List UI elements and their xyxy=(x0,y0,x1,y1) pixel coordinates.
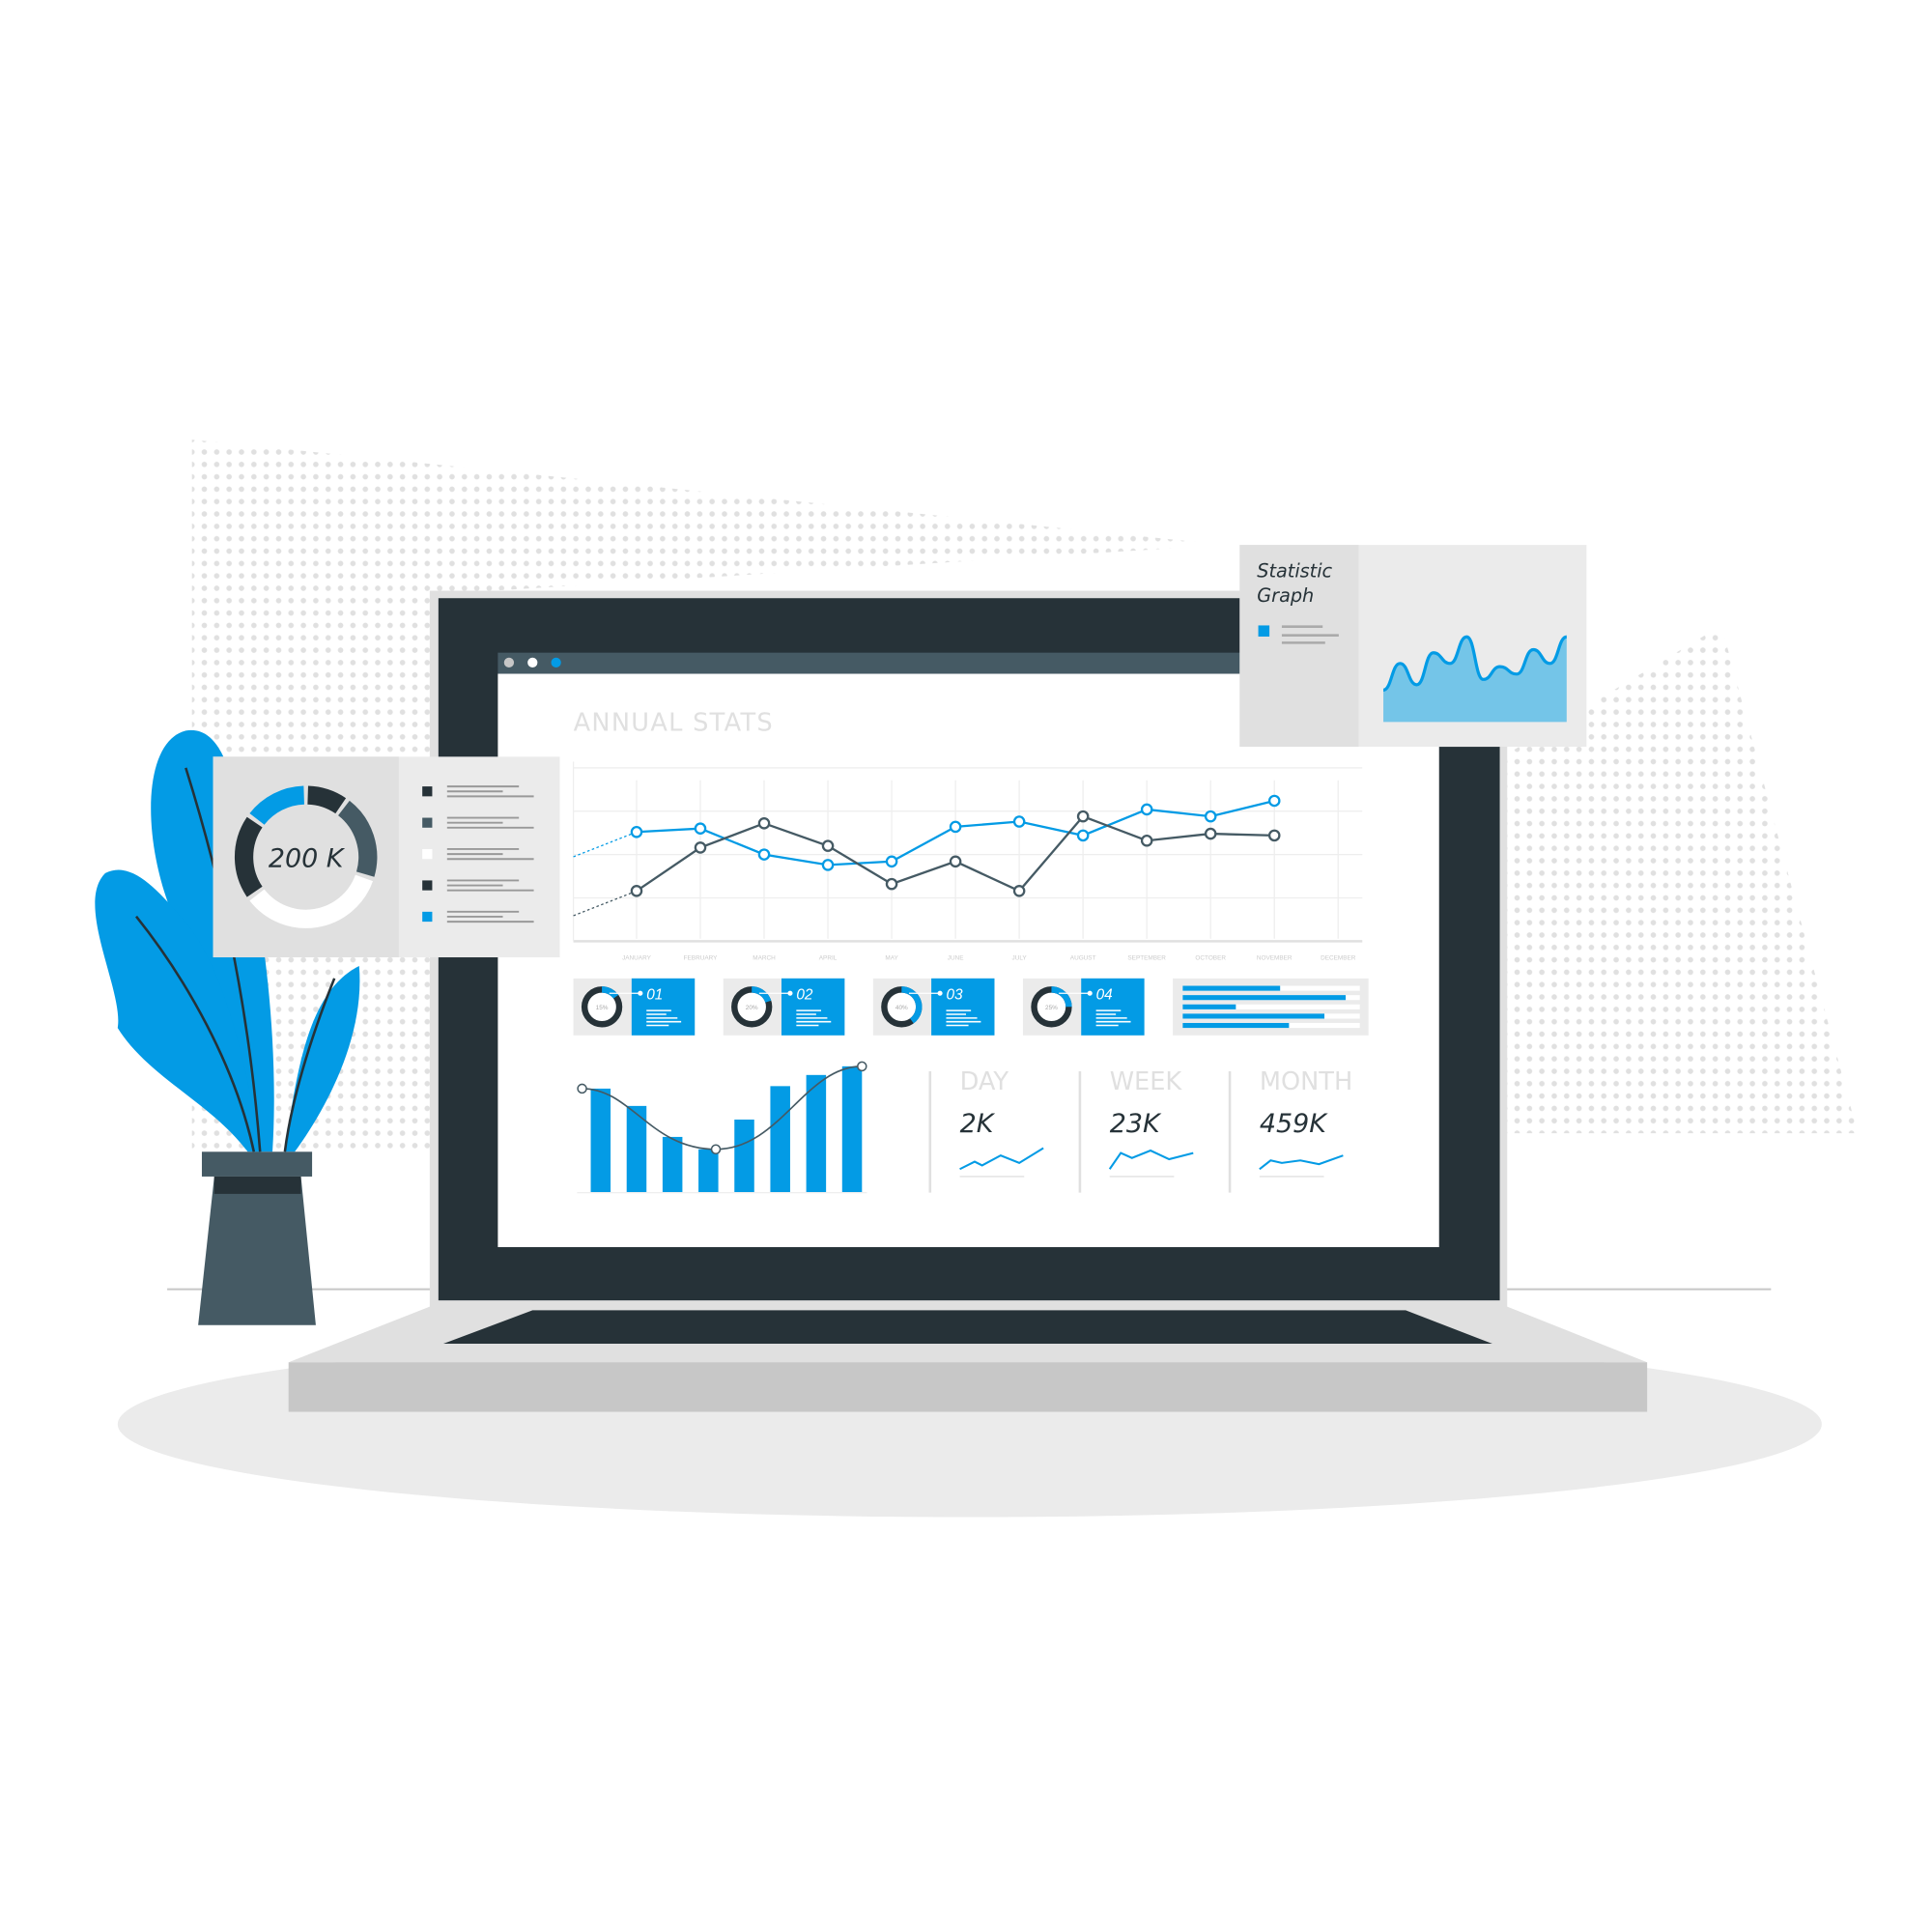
card-percent: 15% xyxy=(596,1005,609,1011)
pot xyxy=(198,1176,316,1325)
x-tick-label: DECEMBER xyxy=(1321,955,1356,962)
data-point xyxy=(821,859,835,871)
card-number: 04 xyxy=(1096,987,1113,1004)
card-blue-section xyxy=(631,978,696,1036)
x-tick-label: OCTOBER xyxy=(1195,955,1226,962)
data-point xyxy=(949,820,962,834)
x-tick-label: AUGUST xyxy=(1070,955,1096,962)
trend-point xyxy=(857,1061,867,1072)
x-tick-label: FEBRUARY xyxy=(684,955,718,962)
card-number: 01 xyxy=(646,987,663,1004)
kpi-value: 23K xyxy=(1110,1109,1162,1139)
data-point xyxy=(885,855,898,868)
kpi-value: 2K xyxy=(960,1109,996,1139)
card-blue-section xyxy=(1081,978,1145,1036)
data-point xyxy=(1140,803,1153,816)
data-point xyxy=(1267,794,1281,808)
statistic-graph-panel: Statistic Graph xyxy=(1239,545,1587,748)
donut-segment xyxy=(306,785,347,814)
x-tick-label: SEPTEMBER xyxy=(1127,955,1166,962)
legend-swatch xyxy=(422,848,433,860)
data-point xyxy=(1140,834,1153,847)
bar xyxy=(841,1065,863,1193)
window-dot-3[interactable] xyxy=(551,657,561,668)
legend-swatch xyxy=(1258,625,1270,637)
data-point xyxy=(630,825,643,838)
card-percent: 20% xyxy=(746,1005,758,1011)
pot-rim xyxy=(201,1151,313,1177)
window-dot-2[interactable] xyxy=(527,657,538,668)
trend-point xyxy=(710,1144,722,1154)
x-tick-label: JUNE xyxy=(948,955,964,962)
data-point xyxy=(1012,885,1026,897)
card-blue-section xyxy=(781,978,845,1036)
card-connector-dot xyxy=(787,990,793,996)
x-tick-label: JANUARY xyxy=(622,955,652,962)
progress-fill xyxy=(1182,1004,1236,1009)
x-tick-label: MARCH xyxy=(753,955,776,962)
progress-fill xyxy=(1182,995,1347,1001)
data-point xyxy=(1204,827,1217,840)
card-connector-dot xyxy=(1087,990,1093,996)
x-tick-label: NOVEMBER xyxy=(1257,955,1293,962)
stat-panel-title-2: Graph xyxy=(1257,584,1314,607)
kpi-value: 459K xyxy=(1260,1109,1328,1139)
progress-fill xyxy=(1182,1013,1325,1019)
donut-segment xyxy=(234,816,263,897)
bar xyxy=(770,1086,790,1193)
data-point xyxy=(757,817,771,830)
data-point xyxy=(694,841,707,854)
bar xyxy=(590,1088,611,1193)
data-point xyxy=(694,822,707,835)
data-point xyxy=(885,877,898,891)
keyboard xyxy=(442,1310,1492,1345)
card-percent: 25% xyxy=(1045,1005,1058,1011)
data-point xyxy=(821,839,835,852)
stat-panel-title-1: Statistic xyxy=(1257,559,1332,582)
dashboard-title: ANNUAL STATS xyxy=(574,708,774,737)
bar xyxy=(806,1074,827,1193)
trend-point xyxy=(577,1083,587,1094)
window-dot-1[interactable] xyxy=(503,657,515,668)
legend-swatch xyxy=(422,786,433,797)
progress-fill xyxy=(1182,1022,1290,1029)
legend-swatch xyxy=(422,817,433,828)
x-tick-label: JULY xyxy=(1012,955,1028,962)
data-point xyxy=(1204,810,1217,823)
bar xyxy=(662,1136,683,1193)
card-blue-section xyxy=(931,978,995,1036)
dashboard-illustration: ANNUAL STATS JANUARY FEBRUARY MARCH APRIL MA… xyxy=(95,440,1859,1518)
legend-swatch xyxy=(422,911,433,923)
card-number: 02 xyxy=(796,987,813,1004)
data-point xyxy=(1076,810,1090,823)
data-point xyxy=(1012,815,1026,828)
data-point xyxy=(1076,829,1090,842)
progress-bars-card xyxy=(1173,978,1369,1036)
data-point xyxy=(949,855,962,868)
data-point xyxy=(757,848,771,861)
bar xyxy=(734,1119,754,1193)
x-tick-label: APRIL xyxy=(819,955,838,962)
card-percent: 40% xyxy=(895,1005,908,1011)
kpi-label: WEEK xyxy=(1110,1067,1183,1096)
progress-fill xyxy=(1182,985,1281,991)
side-panel: 200 K xyxy=(213,756,560,958)
card-number: 03 xyxy=(946,987,963,1004)
kpi-label: DAY xyxy=(960,1067,1009,1096)
bar xyxy=(698,1149,719,1193)
donut-value: 200 K xyxy=(269,843,346,873)
legend-swatch xyxy=(422,880,433,891)
data-point xyxy=(1267,829,1281,842)
data-point xyxy=(630,885,643,897)
card-connector-dot xyxy=(638,990,643,996)
x-tick-label: MAY xyxy=(885,955,898,962)
card-connector-dot xyxy=(937,990,943,996)
kpi-label: MONTH xyxy=(1260,1067,1352,1096)
